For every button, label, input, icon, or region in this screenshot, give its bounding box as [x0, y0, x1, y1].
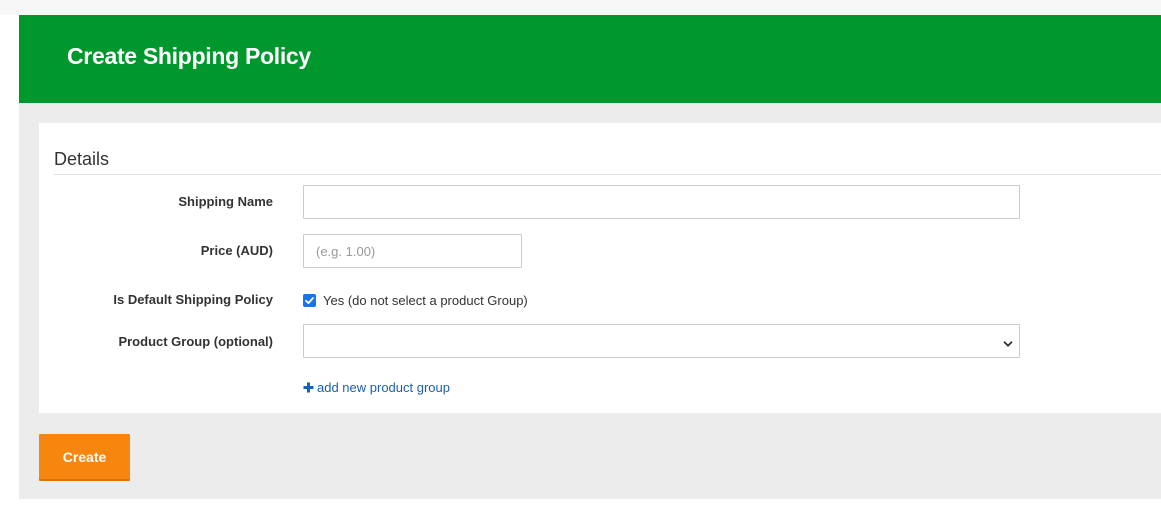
add-product-group-link[interactable]: add new product group [303, 380, 450, 395]
top-strip [0, 0, 1161, 15]
is-default-option: Yes (do not select a product Group) [303, 292, 528, 308]
price-input[interactable] [303, 234, 522, 268]
create-button[interactable]: Create [39, 434, 130, 479]
panel-header: Create Shipping Policy [19, 15, 1161, 103]
section-divider [54, 174, 1161, 175]
shipping-name-input[interactable] [303, 185, 1020, 219]
add-product-group-label: add new product group [317, 380, 450, 395]
chevron-down-icon [1003, 336, 1013, 354]
is-default-checkbox[interactable] [303, 293, 316, 307]
is-default-label: Is Default Shipping Policy [113, 292, 273, 307]
checkmark-icon [305, 296, 314, 304]
is-default-option-label: Yes (do not select a product Group) [323, 292, 528, 308]
product-group-label: Product Group (optional) [118, 334, 273, 349]
details-card: Details Shipping Name Price (AUD) Is Def… [39, 123, 1161, 413]
product-group-select[interactable] [303, 324, 1020, 358]
create-shipping-policy-panel: Create Shipping Policy Details Shipping … [19, 15, 1161, 499]
price-label: Price (AUD) [200, 243, 273, 258]
shipping-name-label: Shipping Name [178, 194, 273, 209]
details-section-title: Details [54, 149, 110, 169]
plus-icon [303, 382, 314, 393]
page-title: Create Shipping Policy [67, 43, 311, 69]
